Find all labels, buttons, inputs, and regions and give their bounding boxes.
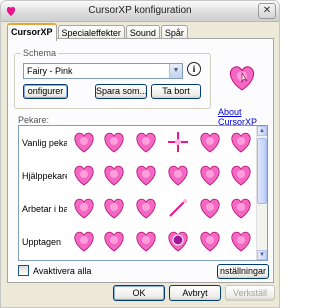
window-title: CursorXP konfiguration <box>88 5 192 16</box>
heart-cursor-icon <box>229 66 255 91</box>
info-icon[interactable]: i <box>187 62 201 76</box>
settings-button[interactable]: nställningar <box>217 264 269 279</box>
pointer-row-label: Arbetar i ba <box>22 204 67 214</box>
heart-cursor-icon[interactable] <box>131 227 161 255</box>
checkbox-box[interactable] <box>18 265 29 276</box>
pointer-row[interactable]: Hjälppekare <box>19 159 257 192</box>
heart-plus-cursor-icon[interactable] <box>163 128 193 156</box>
pointer-row-label: Upptagen <box>22 237 62 247</box>
close-button[interactable]: ✕ <box>258 3 276 19</box>
heart-arrow-cursor-icon[interactable] <box>226 194 256 222</box>
title-bar[interactable]: CursorXP konfiguration ✕ <box>1 1 279 22</box>
heart-cursor-icon[interactable] <box>226 128 256 156</box>
config-window: CursorXP konfiguration ✕ CursorXP Specia… <box>0 0 280 308</box>
pointer-list-scrollbar[interactable]: ▲ ▼ <box>256 126 267 260</box>
deactivate-all-label: Avaktivera alla <box>33 265 92 276</box>
heart-arrow-cursor-icon[interactable] <box>195 128 225 156</box>
heart-busy-cursor-icon[interactable] <box>69 194 99 222</box>
schema-group-label: Schema <box>21 48 59 58</box>
delete-button[interactable]: Ta bort <box>151 84 201 99</box>
heart-circle-cursor-icon[interactable] <box>163 227 193 255</box>
heart-arrow-cursor-icon[interactable] <box>69 128 99 156</box>
schema-group: Schema <box>14 48 211 109</box>
chevron-down-icon[interactable]: ▼ <box>169 64 182 78</box>
scroll-thumb[interactable] <box>257 138 267 204</box>
cursor-preview <box>222 59 262 95</box>
save-as-button[interactable]: Spara som... <box>95 84 147 99</box>
pointer-row[interactable]: Upptagen <box>19 225 257 258</box>
pointer-list[interactable]: Vanlig pekar Hjälppekare Arbetar i ba Up… <box>18 125 268 261</box>
heart-arrow-cursor-icon[interactable] <box>99 128 129 156</box>
scroll-down-button[interactable]: ▼ <box>257 250 267 260</box>
about-link[interactable]: About CursorXP <box>218 107 273 127</box>
heart-cursor-icon[interactable] <box>195 194 225 222</box>
wand-cursor-icon[interactable] <box>163 194 193 222</box>
configure-button[interactable]: onfigurer <box>23 84 68 99</box>
ok-button[interactable]: OK <box>113 285 165 301</box>
heart-cursor-icon[interactable] <box>131 194 161 222</box>
pointer-row-label: Hjälppekare <box>22 171 67 181</box>
apply-button: Verkställ <box>225 285 275 301</box>
deactivate-all-checkbox[interactable]: Avaktivera alla <box>18 265 91 276</box>
heart-cursor-icon[interactable] <box>131 161 161 189</box>
heart-help-cursor-icon[interactable] <box>69 161 99 189</box>
scroll-up-button[interactable]: ▲ <box>257 126 267 136</box>
heart-cursor-icon[interactable] <box>99 161 129 189</box>
heart-cursor-icon[interactable] <box>99 227 129 255</box>
tab-strip: CursorXP Specialeffekter Sound Spår <box>7 23 189 41</box>
heart-sparkle-cursor-icon[interactable] <box>163 161 193 189</box>
heart-cursor-icon[interactable] <box>195 161 225 189</box>
pointers-label: Pekare: <box>18 115 50 125</box>
pointer-row-label: Vanlig pekar <box>22 138 67 148</box>
schema-select[interactable]: Fairy - Pink ▼ <box>23 63 183 79</box>
schema-select-value: Fairy - Pink <box>27 66 73 76</box>
pointer-row[interactable]: Vanlig pekar <box>19 126 257 159</box>
heart-help-cursor-icon[interactable] <box>226 161 256 189</box>
heart-wait-cursor-icon[interactable] <box>69 227 99 255</box>
pointer-row[interactable]: Arbetar i ba <box>19 192 257 225</box>
tab-cursorxp[interactable]: CursorXP <box>7 23 57 41</box>
cancel-button[interactable]: Avbryt <box>169 285 221 301</box>
heart-cursor-icon[interactable] <box>131 128 161 156</box>
tab-panel: Schema Fairy - Pink ▼ i onfigurer Spara … <box>7 38 274 283</box>
heart-cursor-icon[interactable] <box>226 227 256 255</box>
heart-cursor-icon[interactable] <box>99 194 129 222</box>
heart-hourglass-cursor-icon[interactable] <box>195 227 225 255</box>
